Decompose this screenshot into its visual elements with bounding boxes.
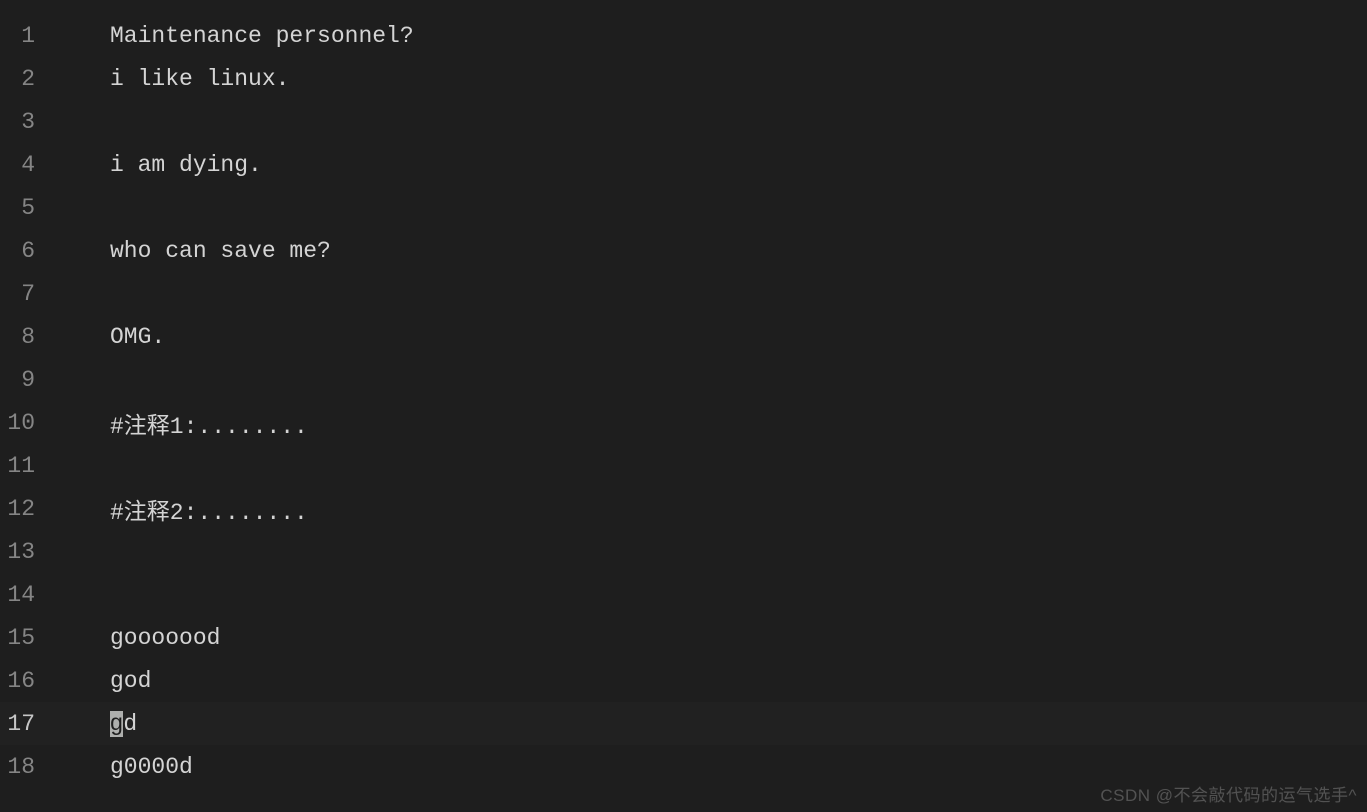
line-number: 1 (0, 23, 70, 49)
line-number: 15 (0, 625, 70, 651)
editor-line[interactable]: 8OMG. (0, 315, 1367, 358)
editor-line[interactable]: 3 (0, 100, 1367, 143)
line-content[interactable]: gooooood (70, 625, 220, 651)
line-number: 18 (0, 754, 70, 780)
line-content[interactable]: OMG. (70, 324, 165, 350)
editor-line[interactable]: 16god (0, 659, 1367, 702)
line-number: 16 (0, 668, 70, 694)
line-number: 17 (0, 711, 70, 737)
editor-line[interactable]: 15gooooood (0, 616, 1367, 659)
editor-line[interactable]: 17gd (0, 702, 1367, 745)
line-number: 4 (0, 152, 70, 178)
code-editor[interactable]: 1Maintenance personnel?2i like linux.34i… (0, 0, 1367, 788)
line-content[interactable]: #注释2:........ (70, 492, 308, 526)
editor-line[interactable]: 6who can save me? (0, 229, 1367, 272)
line-content[interactable]: gd (70, 711, 137, 737)
line-number: 7 (0, 281, 70, 307)
line-content[interactable]: i like linux. (70, 66, 289, 92)
line-content[interactable]: god (70, 668, 151, 694)
editor-line[interactable]: 12#注释2:........ (0, 487, 1367, 530)
line-number: 8 (0, 324, 70, 350)
line-content[interactable]: #注释1:........ (70, 406, 308, 440)
line-number: 2 (0, 66, 70, 92)
line-number: 6 (0, 238, 70, 264)
line-number: 13 (0, 539, 70, 565)
editor-line[interactable]: 13 (0, 530, 1367, 573)
line-number: 14 (0, 582, 70, 608)
line-number: 11 (0, 453, 70, 479)
watermark-text: CSDN @不会敲代码的运气选手^ (1100, 781, 1357, 806)
cursor: g (110, 711, 124, 737)
editor-line[interactable]: 11 (0, 444, 1367, 487)
editor-line[interactable]: 10#注释1:........ (0, 401, 1367, 444)
line-number: 5 (0, 195, 70, 221)
line-content[interactable]: Maintenance personnel? (70, 23, 414, 49)
line-number: 12 (0, 496, 70, 522)
editor-line[interactable]: 1Maintenance personnel? (0, 14, 1367, 57)
line-content[interactable]: who can save me? (70, 238, 331, 264)
editor-line[interactable]: 14 (0, 573, 1367, 616)
editor-line[interactable]: 9 (0, 358, 1367, 401)
editor-line[interactable]: 7 (0, 272, 1367, 315)
line-number: 10 (0, 410, 70, 436)
line-content[interactable]: i am dying. (70, 152, 262, 178)
editor-line[interactable]: 4i am dying. (0, 143, 1367, 186)
line-number: 3 (0, 109, 70, 135)
editor-line[interactable]: 2i like linux. (0, 57, 1367, 100)
line-number: 9 (0, 367, 70, 393)
line-content[interactable]: g0000d (70, 754, 193, 780)
editor-line[interactable]: 5 (0, 186, 1367, 229)
